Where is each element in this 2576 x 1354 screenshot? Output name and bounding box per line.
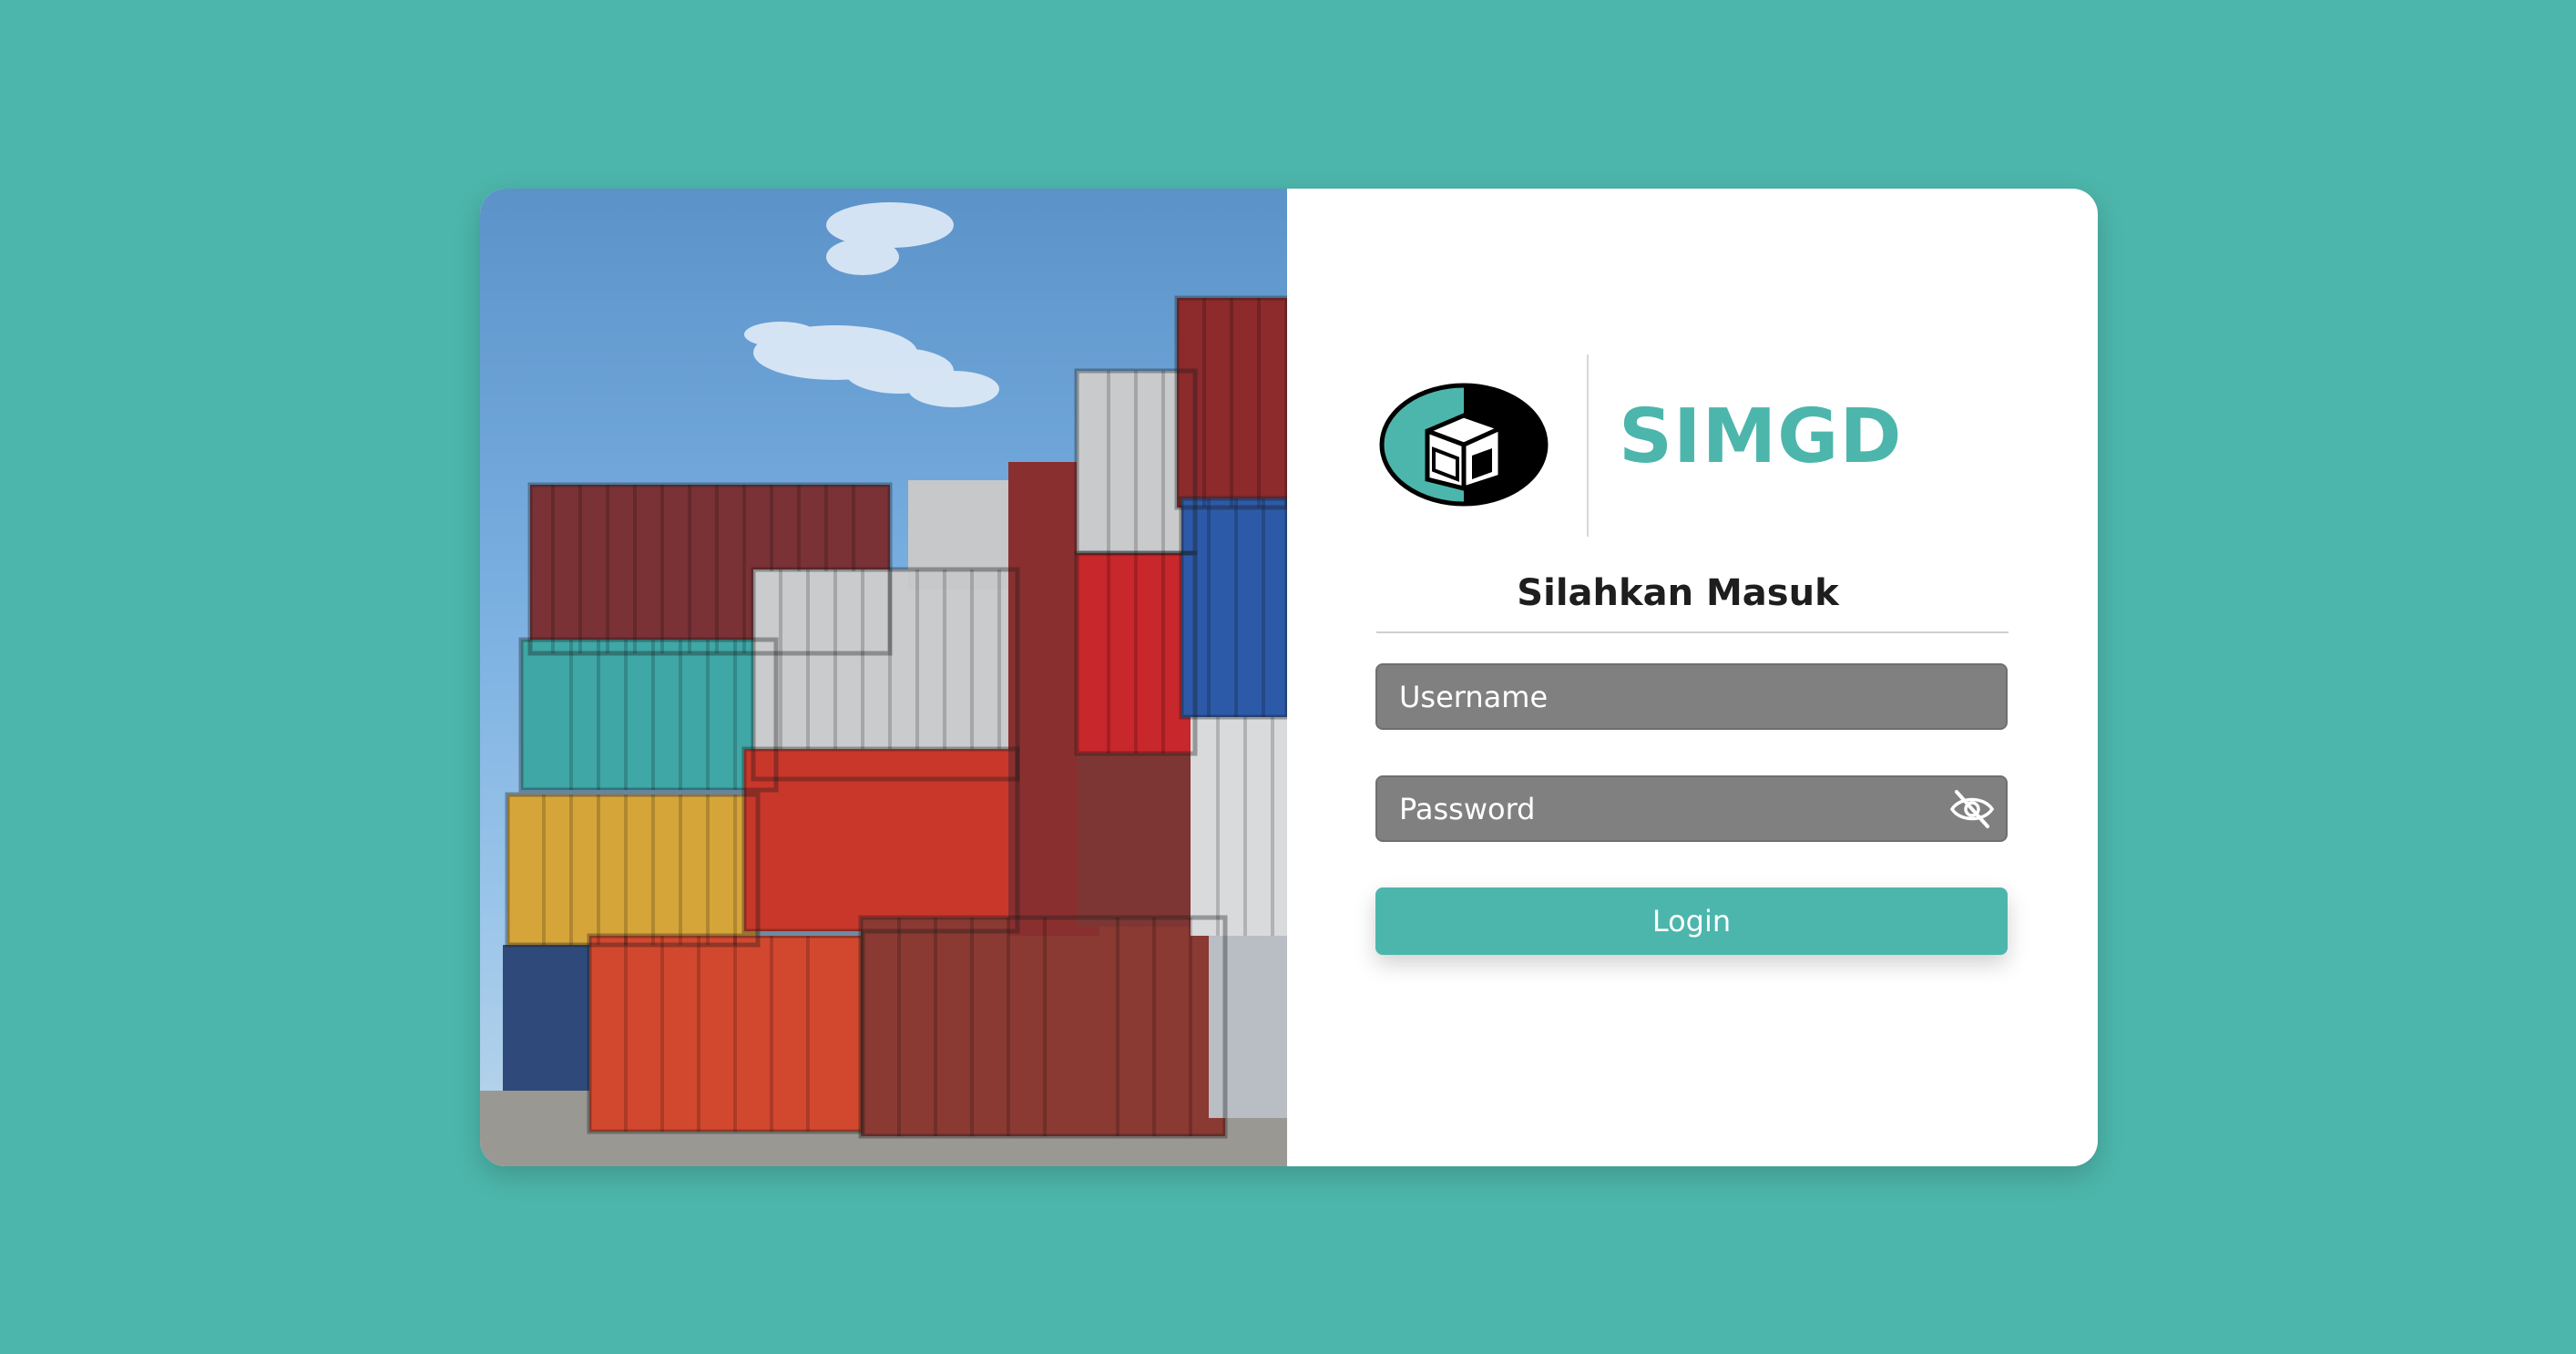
containers-illustration xyxy=(480,202,1287,1166)
login-button[interactable]: Login xyxy=(1375,887,2008,955)
username-field-wrapper xyxy=(1375,663,2008,730)
login-panel: SIMGD Silahkan Masuk Login xyxy=(1287,189,2098,1166)
login-card: SIMGD Silahkan Masuk Login xyxy=(480,189,2098,1166)
hero-image-shipping-containers xyxy=(480,189,1287,1166)
app-name: SIMGD xyxy=(1619,394,1903,480)
eye-slash-icon[interactable] xyxy=(1949,788,1995,830)
username-input[interactable] xyxy=(1377,665,2006,728)
divider xyxy=(1376,631,2009,633)
container-logo-icon xyxy=(1379,383,1549,507)
cloud xyxy=(744,202,999,407)
password-field-wrapper xyxy=(1375,775,2008,842)
login-subtitle: Silahkan Masuk xyxy=(1517,572,1839,614)
password-input[interactable] xyxy=(1377,777,2006,840)
brand-divider xyxy=(1587,354,1589,537)
